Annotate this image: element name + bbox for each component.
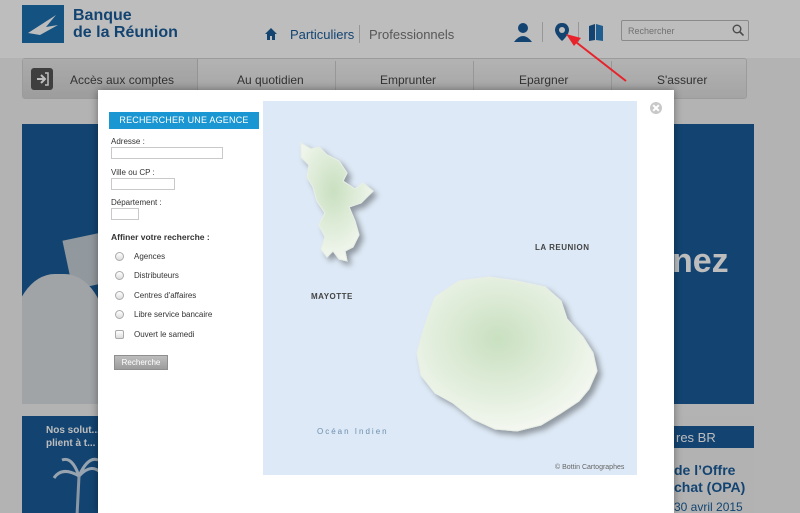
- annotation-arrow-icon: [566, 34, 627, 82]
